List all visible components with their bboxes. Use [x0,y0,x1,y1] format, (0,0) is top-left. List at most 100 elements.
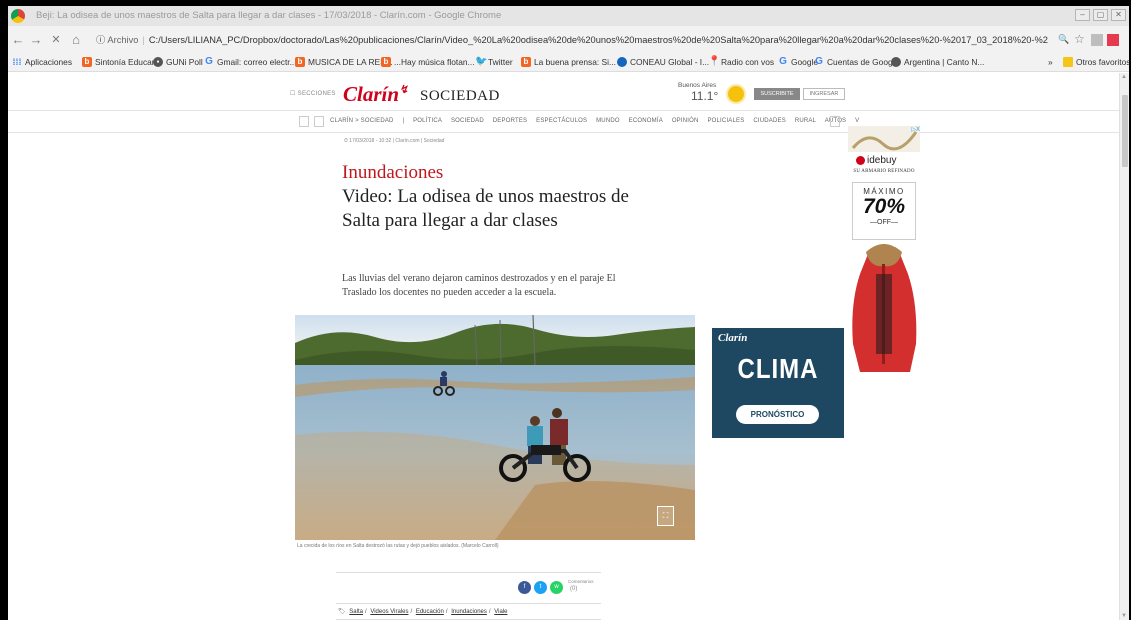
globe-icon: ● [153,57,163,67]
nav-link[interactable]: SOCIEDAD [451,118,484,124]
tag-link[interactable]: Educación [416,609,444,615]
bookmark-other-folder[interactable]: Otros favoritos [1063,57,1129,67]
bookmark-item[interactable]: Argentina | Canto N... [891,57,984,67]
home-button[interactable]: ⌂ [68,32,84,47]
nav-prev-icon[interactable] [299,116,309,127]
tag-link[interactable]: Viale [494,609,507,615]
article-meta: ⏱ 17/03/2018 - 10:32 | Clarín.com | Soci… [344,138,445,144]
section-title[interactable]: SOCIEDAD [420,88,500,105]
browser-window: Beji: La odisea de unos maestros de Salt… [8,6,1129,620]
secciones-menu[interactable]: ☐ SECCIONES [290,90,336,97]
section-nav: CLARÍN > SOCIEDAD | POLÍTICA SOCIEDAD DE… [8,111,1129,133]
globe-icon [891,57,901,67]
nav-link[interactable]: V [855,118,859,124]
bookmark-label: ...Hay música flotan... [394,57,475,67]
clima-word: CLIMA [737,353,819,385]
red-coat-image [852,244,917,372]
jewelry-strip [848,126,920,152]
info-icon[interactable]: ⓘ [96,35,105,45]
bookmark-apps[interactable]: ⁞⁞⁞ Aplicaciones [12,57,73,67]
site-header: ☐ SECCIONES Clarín↯ SOCIEDAD Buenos Aire… [8,73,1129,111]
bookmark-item[interactable]: b ...Hay música flotan... [381,57,475,67]
zoom-icon[interactable]: 🔍 [1058,34,1069,45]
expand-icon[interactable]: ⛶ [657,506,674,526]
comments-label[interactable]: Comentarios [568,579,594,584]
twitter-icon: 🐦 [475,56,488,67]
bookmark-item[interactable]: b Sintonía Educar [82,57,155,67]
bookmark-label: Argentina | Canto N... [904,57,985,67]
bookmark-label: Otros favoritos [1076,57,1129,67]
minimize-button[interactable]: – [1075,9,1090,21]
nav-link[interactable]: CIUDADES [753,118,786,124]
blogger-icon: b [82,57,92,67]
extension-mail-icon[interactable] [1107,34,1119,46]
bookmark-item[interactable]: ● GUNi Poll [153,57,203,67]
bookmark-item[interactable]: CONEAU Global - I... [617,57,709,67]
close-button[interactable]: ✕ [1111,9,1126,21]
idebuy-ad[interactable]: ▷X idebuy SU ARMARIO REFINADO MÁXIMO 70%… [848,126,920,378]
maximize-button[interactable]: ▢ [1093,9,1108,21]
bookmark-item[interactable]: 📍 Radio con vos [708,56,775,68]
stop-button[interactable]: ✕ [48,33,64,46]
whatsapp-share-icon[interactable]: w [550,581,563,594]
extension-icon[interactable] [1091,34,1103,46]
tag-icon: 🏷 [338,609,346,615]
clarin-logo[interactable]: Clarín↯ [343,82,408,107]
folder-icon [1063,57,1073,67]
bookmark-item[interactable]: G Cuentas de Google [814,57,899,68]
scroll-up-icon[interactable]: ▲ [1121,74,1127,80]
ad-tagline: SU ARMARIO REFINADO [853,169,915,174]
bookmark-label: GUNi Poll [166,57,203,67]
twitter-share-icon[interactable]: t [534,581,547,594]
facebook-share-icon[interactable]: f [518,581,531,594]
nav-link[interactable]: POLICIALES [707,118,744,124]
pin-icon: 📍 [708,56,721,67]
nav-link[interactable]: DEPORTES [493,118,528,124]
tag-link[interactable]: Inundaciones [451,609,487,615]
tag-link[interactable]: Salta [349,609,363,615]
bookmark-item[interactable]: 🐦 Twitter [475,56,513,68]
bookmark-item[interactable]: G Gmail: correo electr... [204,57,296,68]
forward-button[interactable]: → [28,32,44,47]
idebuy-brand: idebuy [867,155,897,166]
apps-grid-icon: ⁞⁞⁞ [12,57,22,67]
nav-link[interactable]: POLÍTICA [413,118,442,124]
nav-link[interactable]: MUNDO [596,118,620,124]
nav-link[interactable]: CLARÍN > SOCIEDAD [330,118,394,124]
bookmarks-overflow[interactable]: » [1048,57,1053,67]
comments-count[interactable]: (0) [570,586,577,592]
bookmark-label: Radio con vos [721,57,775,67]
article-photo[interactable]: ⛶ [295,315,695,540]
bookmark-item[interactable]: b MUSICA DE LA RES... [295,57,393,67]
back-button[interactable]: ← [10,32,26,47]
idebuy-logo-icon [856,156,865,165]
scroll-thumb[interactable] [1122,95,1128,167]
clima-ad[interactable]: Clarín CLIMA PRONÓSTICO [712,328,844,438]
nav-menu-icon[interactable] [314,116,324,127]
login-button[interactable]: INGRESAR [803,88,845,100]
tag-link[interactable]: Videos Virales [370,609,408,615]
photo-caption: La crecida de los ríos en Salta destrozó… [297,543,499,549]
pronostico-button[interactable]: PRONÓSTICO [736,405,819,424]
bookmark-item[interactable]: G Google [778,57,818,68]
adchoices-icon[interactable]: ▷X [911,126,920,133]
bookmark-label: Aplicaciones [25,57,73,67]
nav-link[interactable]: OPINIÓN [672,118,699,124]
bookmarks-bar: ⁞⁞⁞ Aplicaciones b Sintonía Educar ● GUNi … [8,54,1129,72]
flooded-road-photo [295,315,695,540]
clima-brand: Clarín [718,332,748,344]
nav-link[interactable]: ECONOMÍA [629,118,663,124]
window-title: Beji: La odisea de unos maestros de Salt… [36,10,502,21]
nav-link[interactable]: ESPECTÁCULOS [536,118,587,124]
subscribe-button[interactable]: SUSCRIBITE [754,88,800,100]
scroll-down-icon[interactable]: ▼ [1121,613,1127,619]
discount-value: 70% [862,195,906,218]
article-tags: 🏷 Salta / Videos Virales / Educación / Inun… [338,609,508,615]
bookmark-star-icon[interactable]: ☆ [1074,32,1085,46]
page-scrollbar[interactable]: ▲ ▼ [1119,73,1129,620]
url-field[interactable]: ⓘ Archivo | C:/Users/LILIANA_PC/Dropbox/do… [96,31,1048,49]
nav-link[interactable]: RURAL [795,118,816,124]
weather-city: Buenos Aires [678,82,717,89]
bookmark-item[interactable]: b La buena prensa: Si... [521,57,616,67]
nav-next-icon[interactable] [830,116,840,127]
